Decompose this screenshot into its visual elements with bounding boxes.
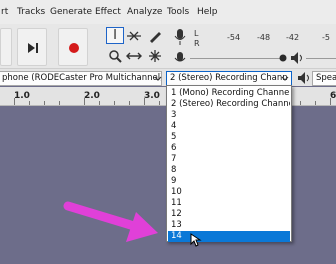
microphone-icon[interactable] bbox=[173, 28, 187, 46]
meter-channel-right: R bbox=[194, 39, 200, 48]
mouse-cursor-icon bbox=[190, 233, 202, 247]
ruler-tick bbox=[99, 101, 100, 105]
meter-channel-left: L bbox=[194, 29, 199, 38]
speaker-icon bbox=[290, 51, 304, 65]
playback-volume-slider[interactable] bbox=[306, 58, 336, 59]
recording-volume-slider[interactable] bbox=[190, 58, 286, 59]
ruler-tick bbox=[14, 98, 15, 105]
multi-tool-icon[interactable] bbox=[146, 47, 164, 64]
dropdown-option[interactable]: 5 bbox=[168, 132, 290, 143]
record-button[interactable] bbox=[58, 28, 88, 66]
menu-item-tracks[interactable]: Tracks bbox=[17, 7, 45, 17]
meter-scale-label: -5 bbox=[322, 33, 330, 42]
ruler-label: 2.0 bbox=[84, 91, 100, 101]
draw-tool-icon[interactable] bbox=[146, 27, 164, 44]
playback-device-value: Speak bbox=[316, 73, 336, 83]
pause-button[interactable] bbox=[0, 28, 12, 66]
dropdown-option[interactable]: 12 bbox=[168, 209, 290, 220]
skip-to-end-button[interactable] bbox=[17, 28, 47, 66]
recording-channels-select[interactable]: 2 (Stereo) Recording Chann bbox=[166, 71, 292, 86]
menu-item-help[interactable]: Help bbox=[197, 7, 218, 17]
meter-scale-label: -42 bbox=[286, 33, 300, 42]
dropdown-option[interactable]: 7 bbox=[168, 154, 290, 165]
recording-device-select[interactable]: phone (RODECaster Pro Multichannel) bbox=[0, 71, 162, 86]
recording-device-value: phone (RODECaster Pro Multichannel) bbox=[2, 73, 162, 83]
ruler-tick bbox=[59, 101, 60, 105]
dropdown-option[interactable]: 4 bbox=[168, 121, 290, 132]
zoom-tool-icon[interactable] bbox=[106, 47, 124, 64]
ruler-tick bbox=[144, 98, 145, 105]
record-icon bbox=[69, 43, 79, 53]
playback-device-select[interactable]: Speak bbox=[312, 71, 336, 86]
recording-channels-dropdown: 1 (Mono) Recording Channel 2 (Stereo) Re… bbox=[166, 85, 292, 242]
dropdown-option[interactable]: 13 bbox=[168, 220, 290, 231]
chevron-down-icon bbox=[281, 76, 289, 81]
skip-to-end-icon bbox=[28, 43, 38, 53]
ruler-tick bbox=[84, 98, 85, 105]
dropdown-option[interactable]: 3 bbox=[168, 110, 290, 121]
time-shift-tool-icon[interactable] bbox=[125, 47, 143, 64]
dropdown-option[interactable]: 11 bbox=[168, 198, 290, 209]
ruler-tick bbox=[114, 101, 115, 105]
menu-bar: rt Tracks Generate Effect Analyze Tools … bbox=[0, 0, 336, 24]
ruler-tick bbox=[315, 101, 316, 105]
recording-channels-value: 2 (Stereo) Recording Chann bbox=[170, 73, 288, 83]
ruler-label: 3.0 bbox=[144, 91, 160, 101]
dropdown-option[interactable]: 6 bbox=[168, 143, 290, 154]
dropdown-option[interactable]: 8 bbox=[168, 165, 290, 176]
meter-scale-label: -54 bbox=[227, 33, 241, 42]
ruler-tick bbox=[29, 101, 30, 105]
ruler-tick bbox=[159, 101, 160, 105]
dropdown-option[interactable]: 1 (Mono) Recording Channel bbox=[168, 88, 290, 99]
dropdown-option[interactable]: 10 bbox=[168, 187, 290, 198]
menu-item-generate[interactable]: Generate bbox=[50, 7, 92, 17]
device-toolbar: phone (RODECaster Pro Multichannel) 2 (S… bbox=[0, 68, 336, 86]
menu-item-tools[interactable]: Tools bbox=[167, 7, 189, 17]
dropdown-option-selected[interactable]: 14 bbox=[168, 231, 290, 242]
ruler-tick bbox=[330, 98, 331, 105]
menu-item-effect[interactable]: Effect bbox=[95, 7, 121, 17]
meter-scale-label: -48 bbox=[257, 33, 271, 42]
envelope-tool-icon[interactable] bbox=[125, 27, 143, 44]
toolbar: I L R -54 -48 -42 -5 bbox=[0, 24, 336, 68]
ruler-tick bbox=[300, 101, 301, 105]
menu-item-transport[interactable]: rt bbox=[1, 7, 8, 17]
slider-thumb[interactable] bbox=[278, 53, 288, 63]
annotation-arrow-icon bbox=[63, 201, 158, 242]
menu-item-analyze[interactable]: Analyze bbox=[127, 7, 162, 17]
chevron-down-icon bbox=[154, 76, 162, 81]
speaker-icon bbox=[297, 71, 311, 85]
ruler-tick bbox=[129, 101, 130, 105]
ruler-label: 1.0 bbox=[14, 91, 30, 101]
selection-tool-icon[interactable]: I bbox=[106, 27, 124, 44]
microphone-icon bbox=[174, 52, 186, 66]
dropdown-option[interactable]: 2 (Stereo) Recording Channels bbox=[168, 99, 290, 110]
ruler-tick bbox=[44, 101, 45, 105]
dropdown-option[interactable]: 9 bbox=[168, 176, 290, 187]
